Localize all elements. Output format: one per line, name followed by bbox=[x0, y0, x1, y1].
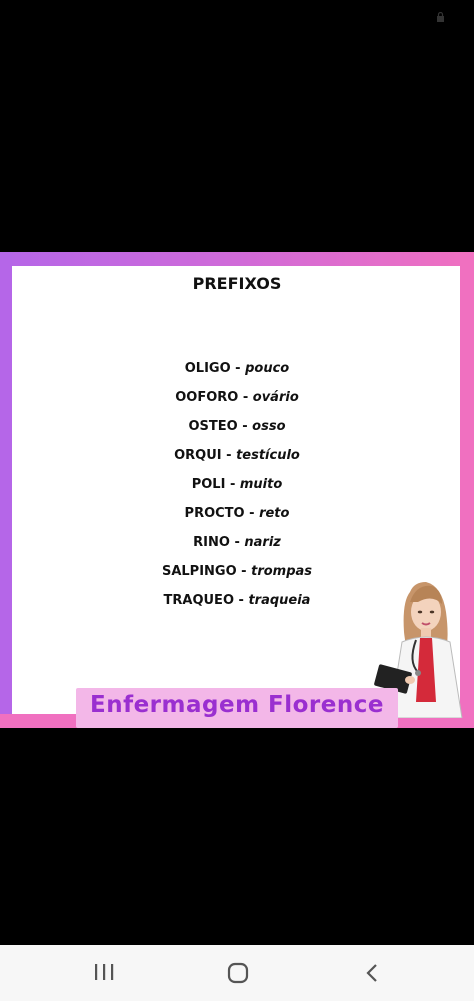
prefix-meaning: testículo bbox=[236, 448, 300, 463]
prefix-separator: - bbox=[238, 390, 253, 405]
home-icon[interactable] bbox=[227, 962, 249, 984]
prefix-meaning: ovário bbox=[252, 390, 299, 405]
prefix-term: TRAQUEO bbox=[163, 593, 234, 608]
prefix-meaning: pouco bbox=[245, 361, 290, 376]
prefix-item: RINO - nariz bbox=[0, 532, 474, 561]
prefix-item: OSTEO - osso bbox=[0, 416, 474, 445]
prefix-term: POLI bbox=[191, 477, 226, 492]
prefix-meaning: reto bbox=[259, 506, 290, 521]
brand-name: Enfermagem Florence bbox=[89, 692, 384, 718]
prefix-separator: - bbox=[221, 448, 237, 463]
frame-top bbox=[0, 252, 474, 266]
prefix-meaning: trompas bbox=[251, 564, 313, 579]
prefix-separator: - bbox=[225, 477, 240, 492]
recents-icon[interactable] bbox=[93, 963, 115, 981]
prefix-separator: - bbox=[234, 593, 249, 608]
lock-icon bbox=[437, 12, 444, 22]
prefix-term: PROCTO bbox=[184, 506, 245, 521]
prefix-item: OOFORO - ovário bbox=[0, 387, 474, 416]
prefix-separator: - bbox=[229, 535, 245, 550]
prefix-term: SALPINGO bbox=[161, 564, 237, 579]
prefix-meaning: traqueia bbox=[248, 593, 311, 608]
prefix-item: POLI - muito bbox=[0, 474, 474, 503]
prefix-separator: - bbox=[230, 361, 246, 376]
prefix-separator: - bbox=[244, 506, 260, 521]
prefix-meaning: osso bbox=[252, 419, 286, 434]
prefix-term: OOFORO bbox=[175, 390, 239, 405]
prefix-term: RINO bbox=[193, 535, 230, 550]
card-title: PREFIXOS bbox=[192, 274, 282, 293]
prefix-term: OSTEO bbox=[188, 419, 238, 434]
prefix-item: OLIGO - pouco bbox=[0, 358, 474, 387]
prefix-term: ORQUI bbox=[174, 448, 222, 463]
prefix-item: PROCTO - reto bbox=[0, 503, 474, 532]
prefix-term: OLIGO bbox=[184, 361, 231, 376]
prefix-separator: - bbox=[237, 419, 253, 434]
prefix-meaning: nariz bbox=[244, 535, 281, 550]
prefix-separator: - bbox=[236, 564, 252, 579]
prefix-item: ORQUI - testículo bbox=[0, 445, 474, 474]
back-icon[interactable] bbox=[362, 962, 382, 984]
prefix-meaning: muito bbox=[239, 477, 283, 492]
